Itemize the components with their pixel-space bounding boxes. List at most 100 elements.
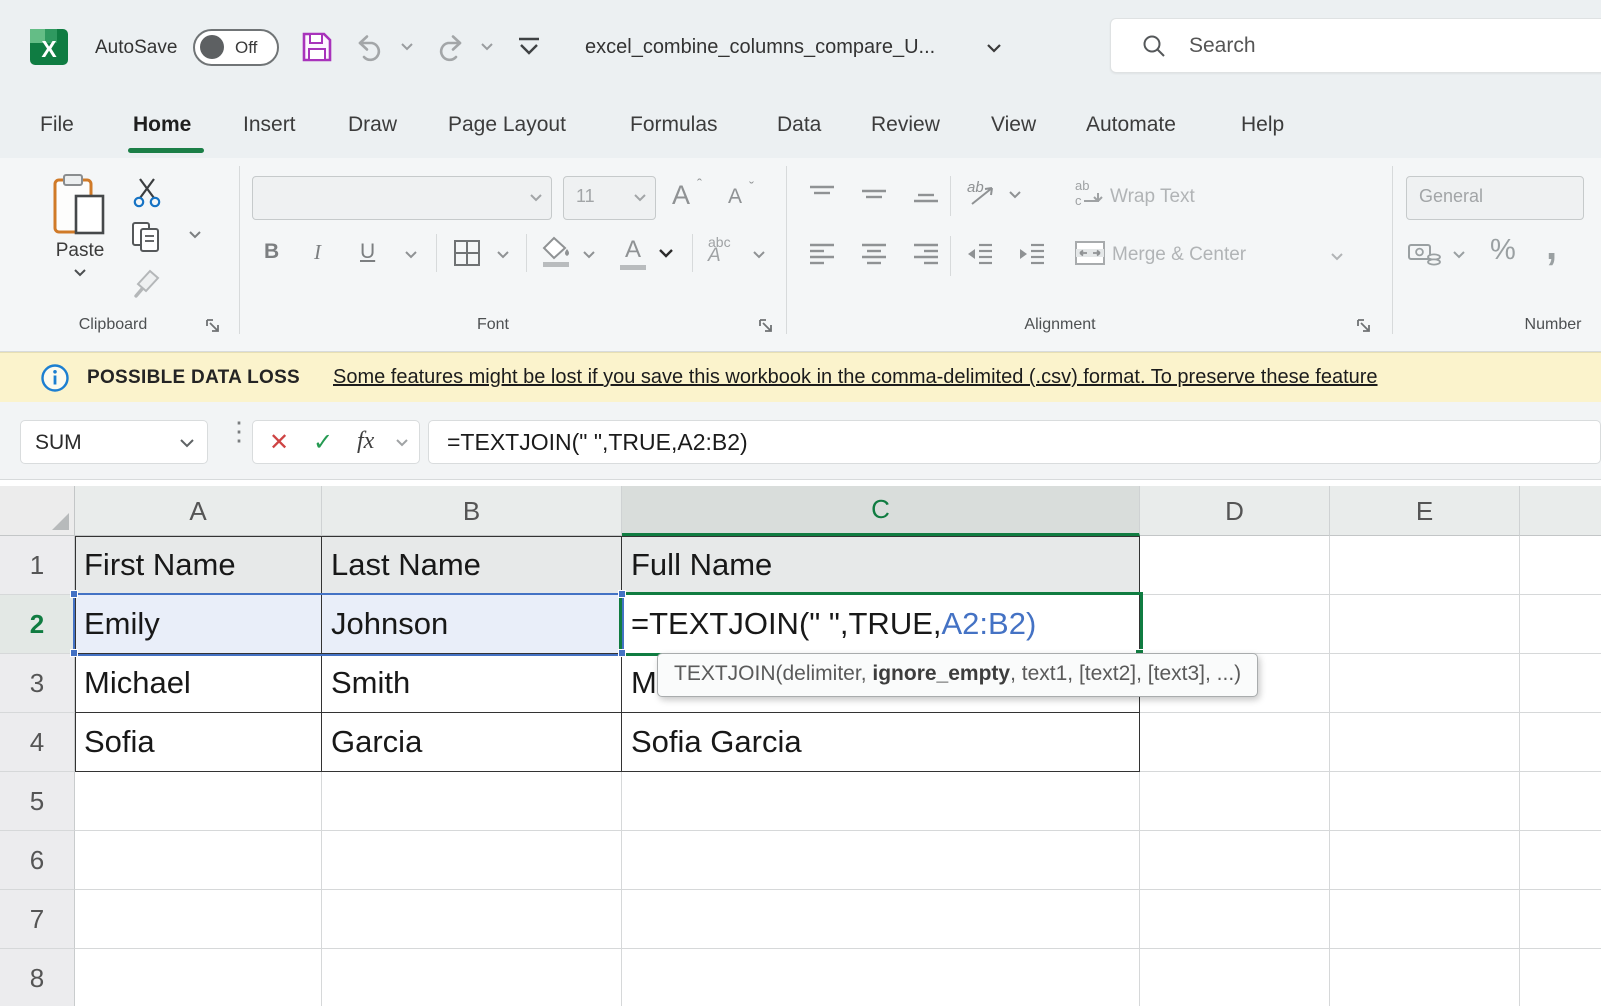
- cell-c7[interactable]: [622, 890, 1140, 949]
- tab-formulas[interactable]: Formulas: [630, 95, 718, 158]
- paste-button[interactable]: [52, 172, 106, 238]
- tab-view[interactable]: View: [991, 95, 1036, 158]
- column-header-e[interactable]: E: [1330, 486, 1520, 536]
- increase-indent-button[interactable]: [1018, 242, 1046, 266]
- font-name-select[interactable]: [252, 176, 552, 220]
- row-header-7[interactable]: 7: [0, 890, 75, 949]
- cell-e3[interactable]: [1330, 654, 1520, 713]
- cell-f5[interactable]: [1520, 772, 1601, 831]
- align-top-button[interactable]: [808, 182, 836, 206]
- document-title[interactable]: excel_combine_columns_compare_U...: [585, 0, 935, 95]
- range-handle[interactable]: [618, 590, 626, 598]
- cell-f3[interactable]: [1520, 654, 1601, 713]
- merge-center-button[interactable]: [1074, 240, 1106, 266]
- select-all-corner[interactable]: [0, 486, 75, 536]
- font-color-button[interactable]: A: [620, 236, 646, 270]
- document-title-dropdown-icon[interactable]: [985, 42, 1003, 54]
- row-header-6[interactable]: 6: [0, 831, 75, 890]
- merge-center-label[interactable]: Merge & Center: [1112, 244, 1246, 266]
- cell-e2[interactable]: [1330, 595, 1520, 654]
- bold-button[interactable]: B: [264, 240, 279, 264]
- cell-a7[interactable]: [75, 890, 322, 949]
- tab-page-layout[interactable]: Page Layout: [448, 95, 566, 158]
- fill-color-button[interactable]: [540, 236, 572, 270]
- name-box[interactable]: SUM: [20, 420, 208, 464]
- formula-bar-drag-handle[interactable]: ⋮: [226, 416, 252, 447]
- align-center-button[interactable]: [860, 242, 888, 266]
- wrap-text-label[interactable]: Wrap Text: [1110, 186, 1195, 208]
- cell-f6[interactable]: [1520, 831, 1601, 890]
- tab-automate[interactable]: Automate: [1086, 95, 1176, 158]
- font-size-select[interactable]: 11: [563, 176, 656, 220]
- customize-quick-access-icon[interactable]: [516, 36, 542, 58]
- cell-c6[interactable]: [622, 831, 1140, 890]
- undo-dropdown-icon[interactable]: [400, 42, 414, 51]
- column-header-a[interactable]: A: [75, 486, 322, 536]
- cell-e4[interactable]: [1330, 713, 1520, 772]
- paste-label[interactable]: Paste: [54, 240, 106, 262]
- align-right-button[interactable]: [912, 242, 940, 266]
- cell-c5[interactable]: [622, 772, 1140, 831]
- cell-e5[interactable]: [1330, 772, 1520, 831]
- cell-b4[interactable]: Garcia: [322, 713, 622, 772]
- wrap-text-button[interactable]: ab c: [1074, 178, 1104, 208]
- row-header-1[interactable]: 1: [0, 536, 75, 595]
- align-middle-button[interactable]: [860, 182, 888, 206]
- decrease-indent-button[interactable]: [966, 242, 994, 266]
- cell-c1[interactable]: Full Name: [622, 536, 1140, 595]
- cell-b8[interactable]: [322, 949, 622, 1006]
- range-handle[interactable]: [70, 590, 78, 598]
- warning-link[interactable]: Some features might be lost if you save …: [333, 366, 1378, 389]
- phonetic-guide-button[interactable]: abcA: [708, 236, 731, 263]
- tab-help[interactable]: Help: [1241, 95, 1284, 158]
- column-header-c[interactable]: C: [622, 486, 1140, 536]
- row-header-4[interactable]: 4: [0, 713, 75, 772]
- cell-a2[interactable]: Emily: [75, 595, 322, 654]
- range-handle[interactable]: [70, 649, 78, 657]
- cut-button[interactable]: [132, 176, 162, 208]
- cell-d5[interactable]: [1140, 772, 1330, 831]
- increase-font-size-button[interactable]: Aˆ: [672, 180, 690, 211]
- tab-draw[interactable]: Draw: [348, 95, 397, 158]
- cancel-icon[interactable]: ✕: [269, 428, 289, 457]
- accounting-dropdown-icon[interactable]: [1452, 250, 1466, 259]
- cell-b6[interactable]: [322, 831, 622, 890]
- font-dialog-launcher-icon[interactable]: [758, 318, 775, 335]
- cell-f2[interactable]: [1520, 595, 1601, 654]
- orientation-button[interactable]: ab: [966, 178, 1000, 208]
- cell-d4[interactable]: [1140, 713, 1330, 772]
- percent-style-button[interactable]: %: [1490, 234, 1516, 267]
- fx-dropdown-icon[interactable]: [395, 438, 409, 447]
- accounting-format-button[interactable]: [1408, 240, 1442, 270]
- cell-a3[interactable]: Michael: [75, 654, 322, 713]
- phonetic-dropdown-icon[interactable]: [752, 250, 766, 259]
- insert-function-icon[interactable]: fx: [357, 428, 374, 455]
- cell-a5[interactable]: [75, 772, 322, 831]
- tab-file[interactable]: File: [40, 95, 74, 158]
- cell-d1[interactable]: [1140, 536, 1330, 595]
- cell-f1[interactable]: [1520, 536, 1601, 595]
- cell-b7[interactable]: [322, 890, 622, 949]
- borders-dropdown-icon[interactable]: [496, 250, 510, 259]
- font-color-dropdown-icon[interactable]: [658, 248, 674, 258]
- column-header-f[interactable]: [1520, 486, 1601, 536]
- cell-a4[interactable]: Sofia: [75, 713, 322, 772]
- copy-dropdown-icon[interactable]: [188, 230, 202, 239]
- cell-a6[interactable]: [75, 831, 322, 890]
- cell-e7[interactable]: [1330, 890, 1520, 949]
- cell-e6[interactable]: [1330, 831, 1520, 890]
- comma-style-button[interactable]: ,: [1546, 224, 1557, 269]
- search-box[interactable]: [1110, 18, 1601, 73]
- orientation-dropdown-icon[interactable]: [1008, 190, 1022, 199]
- borders-button[interactable]: [452, 238, 482, 268]
- cell-b5[interactable]: [322, 772, 622, 831]
- cell-e1[interactable]: [1330, 536, 1520, 595]
- redo-dropdown-icon[interactable]: [480, 42, 494, 51]
- autosave-toggle[interactable]: Off: [193, 29, 279, 66]
- cell-f7[interactable]: [1520, 890, 1601, 949]
- merge-center-dropdown-icon[interactable]: [1330, 252, 1344, 261]
- cell-a1[interactable]: First Name: [75, 536, 322, 595]
- underline-dropdown-icon[interactable]: [404, 250, 418, 259]
- save-icon[interactable]: [300, 30, 334, 64]
- formula-input[interactable]: [447, 425, 1577, 459]
